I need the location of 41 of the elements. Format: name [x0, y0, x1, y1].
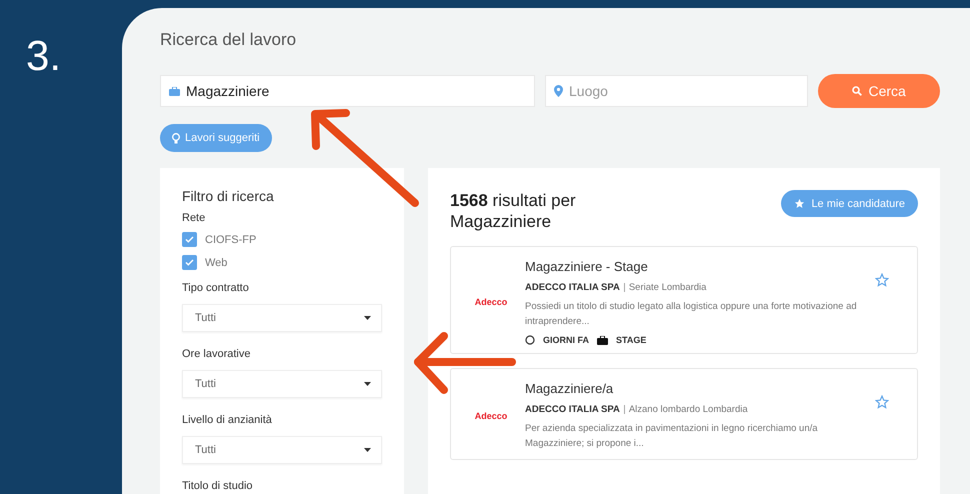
checkbox[interactable]	[182, 255, 197, 270]
filter-dropdown[interactable]: Tutti	[182, 370, 382, 398]
checkmark-icon	[185, 236, 194, 243]
job-title: Magazziniere/a	[525, 381, 614, 396]
filter-dropdown[interactable]: Tutti	[182, 436, 382, 464]
company-logo: Adecco	[474, 297, 508, 307]
briefcase-icon	[597, 336, 608, 344]
star-icon	[794, 198, 806, 209]
filter-dropdown[interactable]: Tutti	[182, 304, 382, 332]
filter-label: Titolo di studio	[182, 480, 254, 492]
filter-label: Livello di anzianità	[182, 414, 273, 426]
caret-icon	[364, 448, 371, 452]
page-title: Ricerca del lavoro	[160, 30, 298, 50]
job-search-field[interactable]: Magazziniere	[160, 75, 535, 107]
checkbox-label: Web	[205, 256, 228, 268]
checkmark-icon	[185, 259, 194, 266]
briefcase-icon	[169, 86, 180, 96]
company-location: ADECCO ITALIA SPA Alzano lombardo Lombardia	[525, 404, 749, 415]
step-number: 3.	[25, 31, 62, 81]
job-description: Per azienda specializzata in pavimentazioni in legno ricerchiamo un/a Magazziniere; si propone i...	[525, 422, 819, 451]
results-heading: 1568 risultati per Magazziniere	[450, 190, 577, 232]
company-location: ADECCO ITALIA SPA Seriate Lombardia	[525, 282, 708, 293]
job-card[interactable]: Adecco Magazziniere - Stage ADECCO ITALIA SPA Seriate Lombardia Possiedi un titolo di studio legato alla logistica oppure una forte motivazione ad intraprendere... GIORNI FA STAGE	[450, 246, 918, 354]
caret-icon	[364, 382, 371, 386]
job-title: Magazziniere - Stage	[525, 259, 649, 274]
posted-age: GIORNI FA	[543, 335, 590, 345]
search-icon	[852, 86, 862, 96]
caret-icon	[364, 316, 371, 320]
filter-label: Rete	[182, 212, 206, 224]
contract-type: STAGE	[616, 335, 646, 345]
lightbulb-icon	[172, 132, 180, 144]
filter-title: Filtro di ricerca	[182, 188, 275, 204]
job-card[interactable]: Adecco Magazziniere/a ADECCO ITALIA SPA Alzano lombardo Lombardia Per azienda specializzata in pavimentazioni in legno ricerchiamo un/a Magazziniere; si propone i...	[450, 368, 918, 460]
filter-label: Ore lavorative	[182, 348, 252, 360]
job-description: Possiedi un titolo di studio legato alla logistica oppure una forte motivazione ad intraprendere...	[525, 300, 858, 329]
clock-icon	[525, 335, 535, 345]
filter-label: Tipo contratto	[182, 282, 250, 294]
checkbox-label: CIOFS-FP	[205, 234, 256, 246]
checkbox[interactable]	[182, 232, 197, 247]
company-logo: Adecco	[474, 411, 508, 421]
location-pin-icon	[554, 85, 563, 97]
